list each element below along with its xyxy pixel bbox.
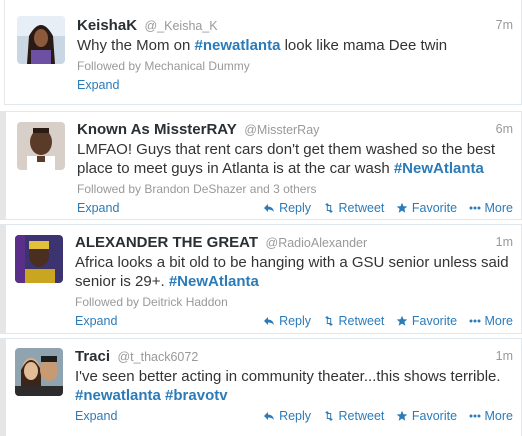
expand-link[interactable]: Expand — [75, 409, 117, 423]
tweet-author-name[interactable]: ALEXANDER THE GREAT — [75, 234, 258, 251]
retweet-button[interactable]: Retweet — [323, 314, 385, 328]
tweet-text-part: Africa looks a bit old to be hanging wit… — [75, 254, 509, 290]
tweet-text-part: I've seen better acting in community the… — [75, 368, 501, 385]
hashtag-link[interactable]: #bravotv — [165, 387, 228, 404]
reply-icon — [264, 412, 275, 420]
more-dots-icon — [469, 414, 481, 418]
favorite-label: Favorite — [411, 201, 458, 215]
reply-button[interactable]: Reply — [263, 201, 311, 215]
more-button[interactable]: More — [469, 314, 513, 328]
followed-by-text: Followed by Mechanical Dummy — [77, 59, 250, 73]
avatar-image — [15, 348, 63, 396]
avatar[interactable] — [15, 235, 63, 283]
expand-link[interactable]: Expand — [77, 78, 119, 92]
retweet-button[interactable]: Retweet — [323, 201, 385, 215]
favorite-label: Favorite — [411, 409, 458, 423]
retweet-icon — [324, 411, 333, 421]
more-label: More — [484, 409, 513, 423]
followed-by-text: Followed by Deitrick Haddon — [75, 295, 228, 309]
avatar-image — [17, 16, 65, 64]
tweet-item[interactable]: KeishaK @_Keisha_K 7m Why the Mom on #ne… — [4, 0, 522, 105]
retweet-button[interactable]: Retweet — [323, 409, 385, 423]
favorite-button[interactable]: Favorite — [396, 201, 457, 215]
tweet-author-name[interactable]: Known As MissterRAY — [77, 121, 237, 138]
tweet-author-name[interactable]: Traci — [75, 348, 110, 365]
tweet-author-name[interactable]: KeishaK — [77, 17, 137, 34]
more-button[interactable]: More — [469, 201, 513, 215]
hashtag-link[interactable]: #newatlanta — [75, 387, 161, 404]
hashtag-link[interactable]: #newatlanta — [195, 37, 281, 54]
tweet-author-handle[interactable]: @MissterRay — [244, 123, 319, 137]
tweet-actions: Reply Retweet Favorite More — [255, 409, 513, 425]
expand-link[interactable]: Expand — [77, 201, 119, 215]
tweet-text: Africa looks a bit old to be hanging wit… — [75, 253, 513, 291]
favorite-button[interactable]: Favorite — [396, 314, 457, 328]
more-dots-icon — [469, 206, 481, 210]
avatar[interactable] — [17, 16, 65, 64]
reply-label: Reply — [279, 314, 312, 328]
tweet-text: I've seen better acting in community the… — [75, 367, 513, 405]
tweet-item[interactable]: Known As MissterRAY @MissterRay 6m LMFAO… — [0, 111, 522, 220]
favorite-label: Favorite — [411, 314, 458, 328]
retweet-label: Retweet — [338, 409, 385, 423]
tweet-author-handle[interactable]: @t_thack6072 — [117, 350, 198, 364]
avatar[interactable] — [15, 348, 63, 396]
more-dots-icon — [469, 319, 481, 323]
reply-button[interactable]: Reply — [263, 314, 311, 328]
avatar-image — [17, 122, 65, 170]
tweet-text-part: look like mama Dee twin — [280, 37, 448, 54]
favorite-button[interactable]: Favorite — [396, 409, 457, 423]
tweet-actions: Reply Retweet Favorite More — [255, 314, 513, 330]
tweet-timestamp[interactable]: 1m — [496, 349, 513, 363]
tweet-timestamp[interactable]: 7m — [496, 18, 513, 32]
tweet-actions: Reply Retweet Favorite More — [255, 201, 513, 217]
tweet-timestamp[interactable]: 1m — [496, 235, 513, 249]
tweet-text: LMFAO! Guys that rent cars don't get the… — [77, 140, 513, 178]
followed-by-text: Followed by Brandon DeShazer and 3 other… — [77, 182, 317, 196]
reply-icon — [264, 317, 275, 325]
star-icon — [396, 202, 408, 213]
tweet-text-part: Why the Mom on — [77, 37, 195, 54]
star-icon — [396, 410, 408, 421]
reply-button[interactable]: Reply — [263, 409, 311, 423]
retweet-label: Retweet — [338, 201, 385, 215]
reply-icon — [264, 204, 275, 212]
tweet-item[interactable]: ALEXANDER THE GREAT @RadioAlexander 1m A… — [0, 224, 522, 334]
hashtag-link[interactable]: #NewAtlanta — [169, 273, 259, 290]
retweet-label: Retweet — [338, 314, 385, 328]
star-icon — [396, 315, 408, 326]
tweet-text: Why the Mom on #newatlanta look like mam… — [77, 36, 513, 55]
more-label: More — [484, 201, 513, 215]
reply-label: Reply — [279, 409, 312, 423]
reply-label: Reply — [279, 201, 312, 215]
avatar-image — [15, 235, 63, 283]
more-label: More — [484, 314, 513, 328]
tweet-item[interactable]: Traci @t_thack6072 1m I've seen better a… — [0, 338, 522, 436]
expand-link[interactable]: Expand — [75, 314, 117, 328]
tweet-author-handle[interactable]: @RadioAlexander — [266, 236, 368, 250]
retweet-icon — [324, 203, 333, 213]
tweet-author-handle[interactable]: @_Keisha_K — [144, 19, 217, 33]
avatar[interactable] — [17, 122, 65, 170]
tweet-timestamp[interactable]: 6m — [496, 122, 513, 136]
retweet-icon — [324, 316, 333, 326]
more-button[interactable]: More — [469, 409, 513, 423]
hashtag-link[interactable]: #NewAtlanta — [394, 160, 484, 177]
